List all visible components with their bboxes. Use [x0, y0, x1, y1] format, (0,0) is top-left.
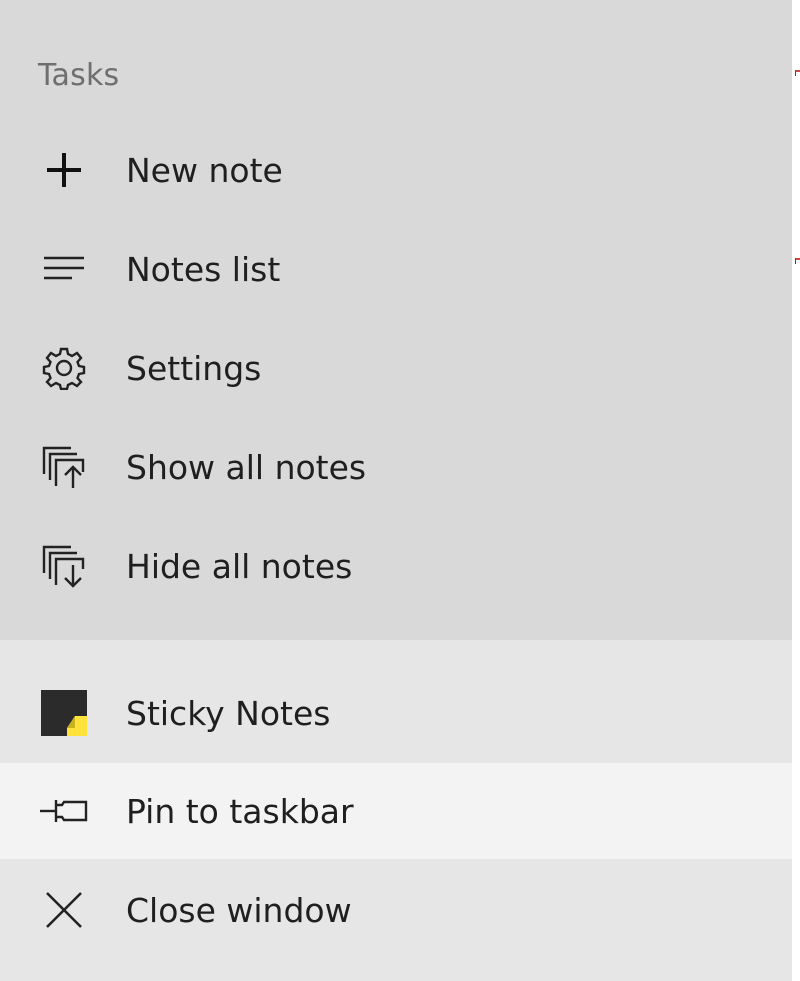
pin-icon: [40, 787, 88, 835]
notes-list-item[interactable]: Notes list: [0, 221, 792, 317]
hide-all-notes-label: Hide all notes: [126, 546, 353, 586]
tasks-section: Tasks New note Notes list Settings Show …: [0, 0, 792, 640]
hide-notes-icon: [40, 542, 88, 590]
new-note-label: New note: [126, 150, 283, 190]
background-edge-mark: [795, 258, 800, 264]
show-all-notes-label: Show all notes: [126, 447, 367, 487]
pin-to-taskbar-item[interactable]: Pin to taskbar: [0, 763, 792, 859]
show-notes-icon: [40, 443, 88, 491]
close-window-label: Close window: [126, 890, 352, 930]
plus-icon: [40, 146, 88, 194]
pin-to-taskbar-label: Pin to taskbar: [126, 791, 354, 831]
hide-all-notes-item[interactable]: Hide all notes: [0, 518, 792, 614]
close-window-item[interactable]: Close window: [0, 862, 792, 958]
show-all-notes-item[interactable]: Show all notes: [0, 419, 792, 515]
settings-item[interactable]: Settings: [0, 320, 792, 416]
taskbar-jump-list: Tasks New note Notes list Settings Show …: [0, 0, 792, 981]
new-note-item[interactable]: New note: [0, 122, 792, 218]
settings-label: Settings: [126, 348, 262, 388]
sticky-notes-app-icon: [40, 689, 88, 737]
notes-list-label: Notes list: [126, 249, 281, 289]
sticky-notes-app-item[interactable]: Sticky Notes: [0, 665, 792, 761]
gear-icon: [40, 344, 88, 392]
list-icon: [40, 245, 88, 293]
background-window-edge: [792, 0, 800, 981]
background-edge-mark: [795, 70, 800, 76]
section-title: Tasks: [38, 58, 120, 93]
sticky-notes-app-label: Sticky Notes: [126, 693, 331, 733]
close-icon: [40, 886, 88, 934]
